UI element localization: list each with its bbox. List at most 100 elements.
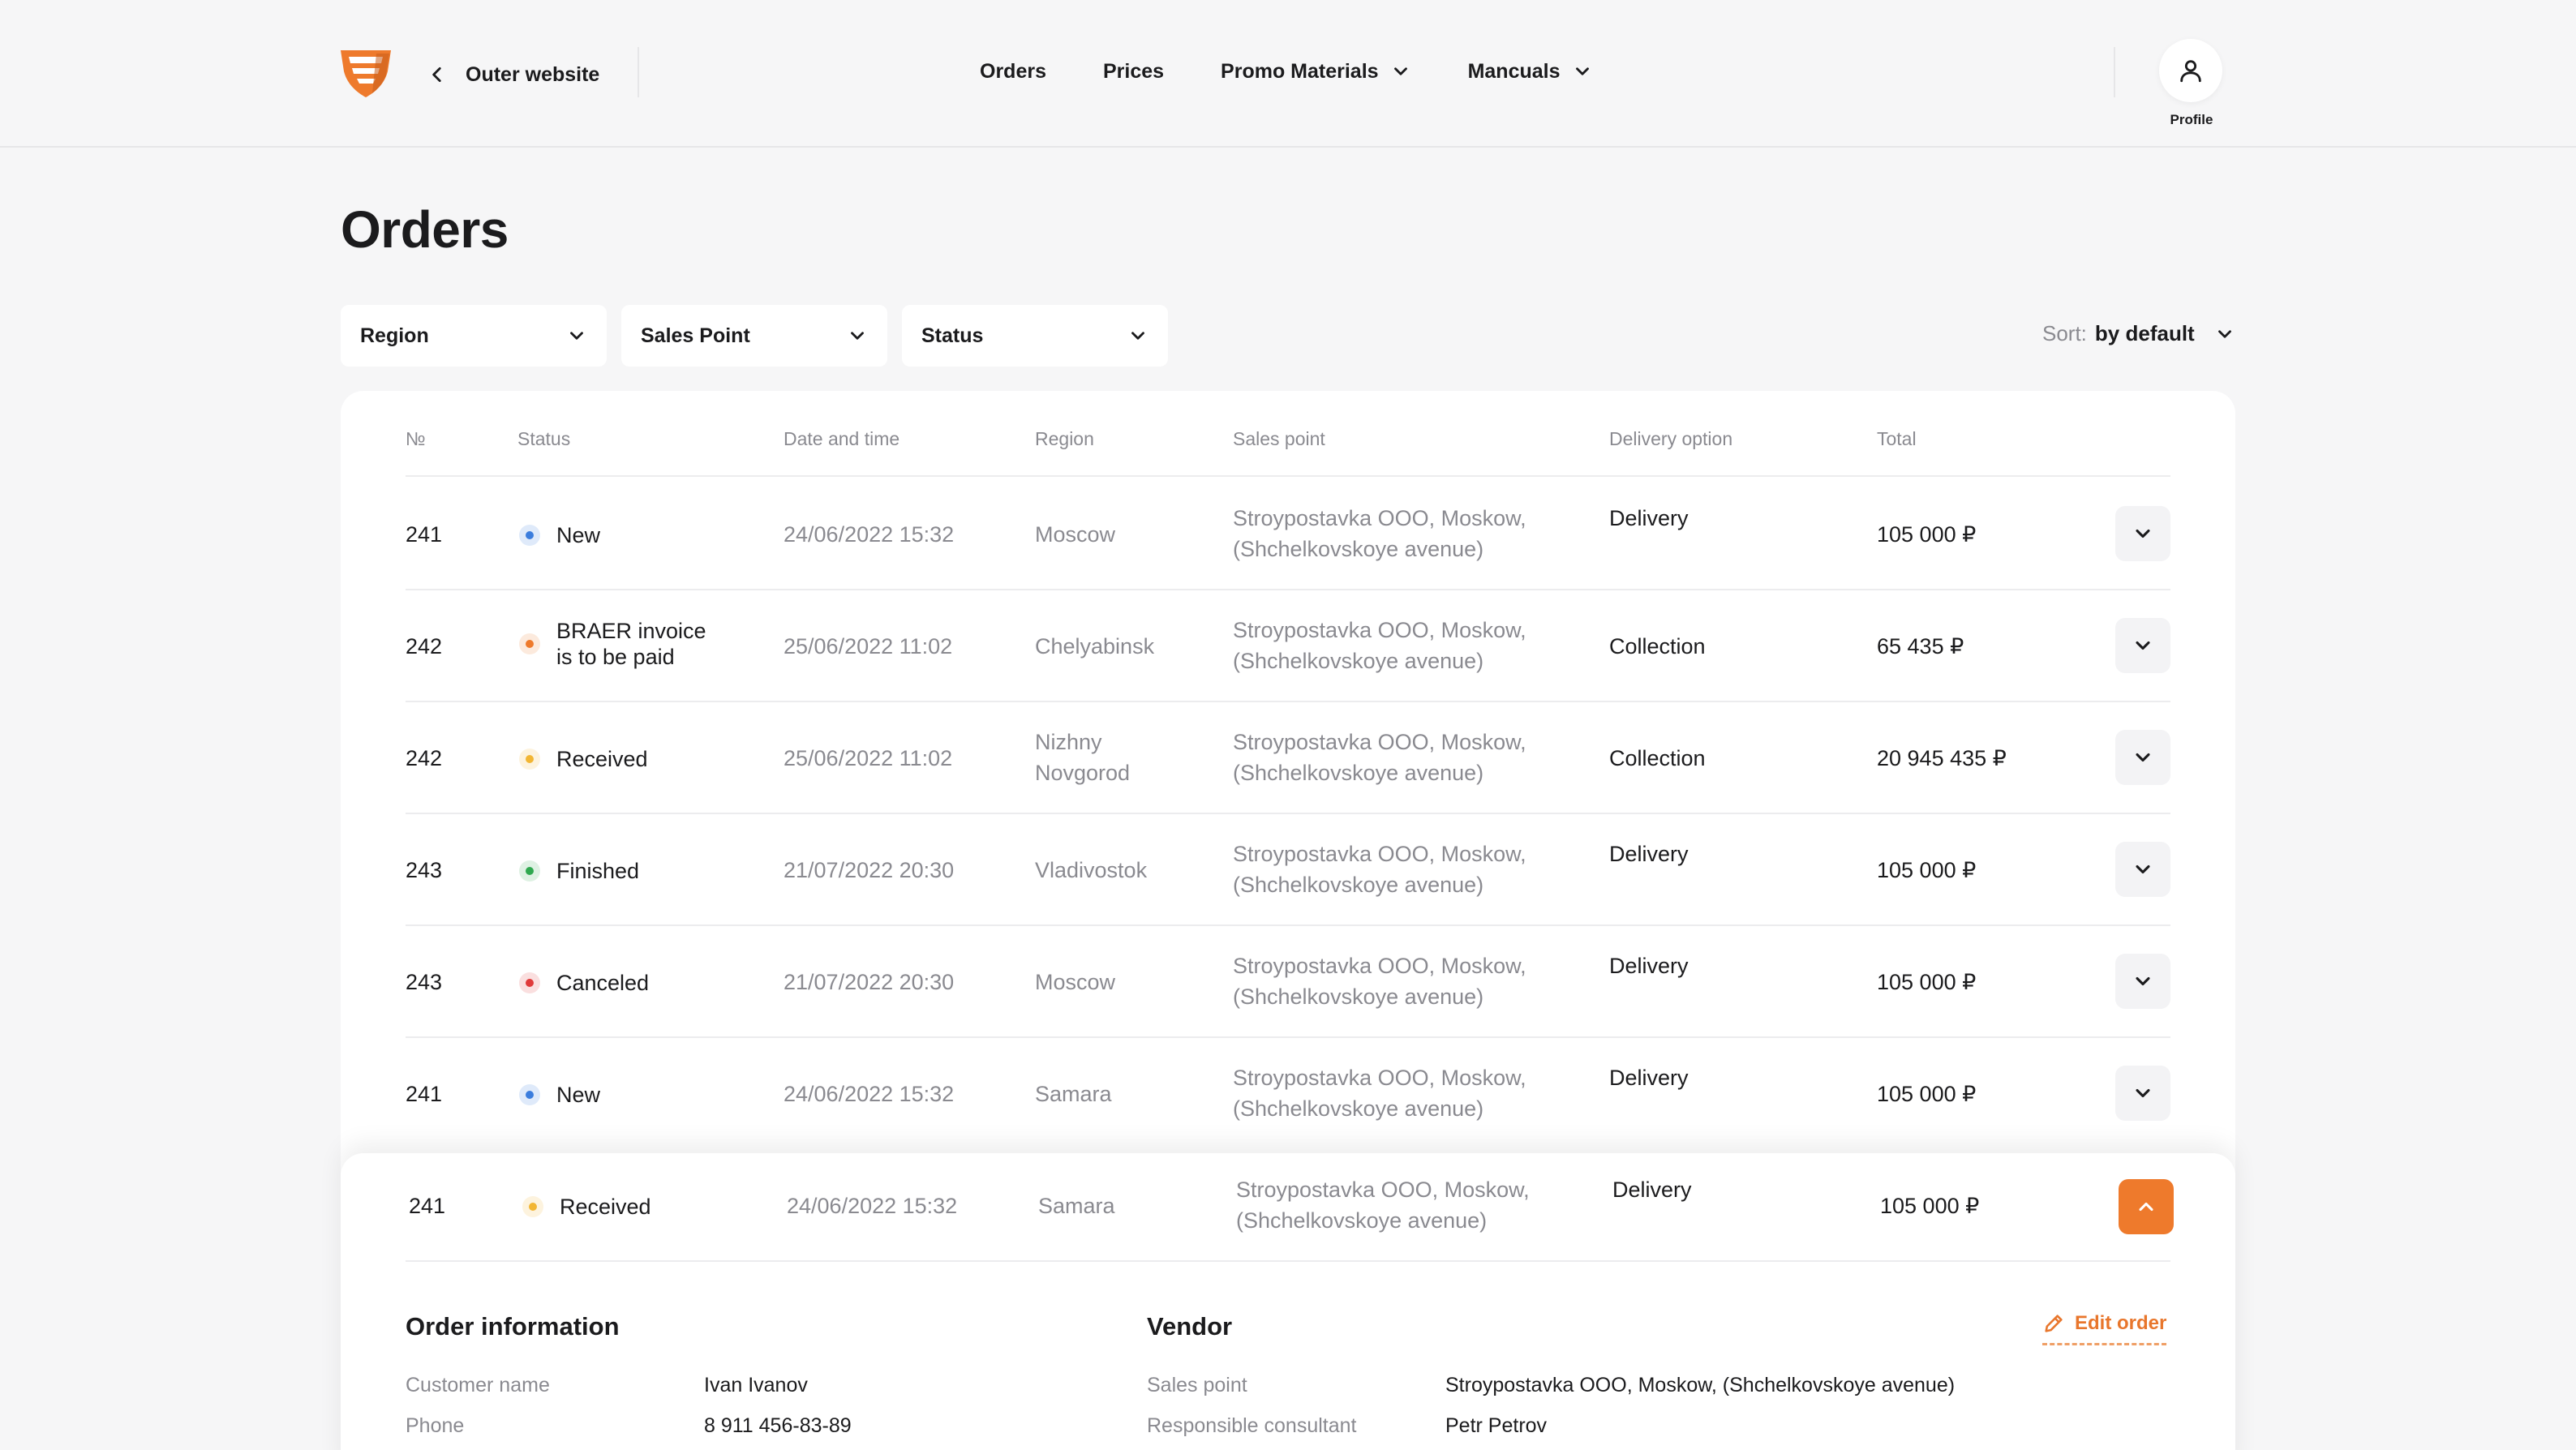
order-total: 105 000 ₽ [1877, 858, 1977, 882]
order-sales-point: Stroypostavka OOO, Moskow, (Shchelkovsko… [1233, 727, 1526, 788]
expand-row-button[interactable] [2115, 954, 2170, 1009]
status-filter-label: Status [921, 324, 984, 347]
back-to-outer-website-link[interactable]: Outer website [427, 57, 599, 92]
order-total: 65 435 ₽ [1877, 634, 1964, 659]
order-delivery: Collection [1609, 634, 1706, 659]
order-delivery: Delivery [1609, 506, 1689, 530]
order-number: 243 [406, 858, 443, 882]
chevron-down-icon [1575, 67, 1589, 75]
sales-point-line: (Shchelkovskoye avenue) [1233, 761, 1484, 785]
status-dot-icon [519, 972, 540, 993]
nav-promo-materials-label: Promo Materials [1221, 59, 1379, 83]
chevron-down-icon [2136, 864, 2150, 874]
table-row[interactable]: 242 BRAER invoice is to be paid 25/06/20… [341, 590, 2235, 702]
expand-row-button[interactable] [2115, 730, 2170, 785]
status-dot-icon [519, 633, 540, 654]
order-date: 21/07/2022 20:30 [784, 970, 955, 994]
order-region: Vladivostok [1035, 858, 1148, 882]
page-title: Orders [341, 200, 509, 259]
order-delivery: Delivery [1609, 842, 1689, 866]
order-sales-point: Stroypostavka OOO, Moskow, (Shchelkovsko… [1233, 950, 1526, 1012]
column-header-number: № [406, 428, 426, 449]
phone-value: 8 911 456-83-89 [704, 1414, 852, 1437]
nav-prices[interactable]: Prices [1103, 60, 1164, 84]
order-number: 241 [406, 522, 443, 547]
column-header-sales-point: Sales point [1233, 428, 1325, 449]
sales-point-line: Stroypostavka OOO, Moskow, [1233, 1066, 1526, 1090]
order-number: 241 [406, 1082, 443, 1106]
order-date: 24/06/2022 15:32 [784, 1082, 955, 1106]
order-region: Samara [1038, 1194, 1115, 1218]
order-status: Received [522, 1194, 651, 1220]
chevron-down-icon [2136, 641, 2150, 650]
collapse-row-button[interactable] [2119, 1179, 2174, 1234]
order-status: New [519, 1082, 600, 1108]
table-row[interactable]: 243 Canceled 21/07/2022 20:30 Moscow Str… [341, 926, 2235, 1038]
table-row[interactable]: 241 New 24/06/2022 15:32 Moscow Stroypos… [341, 477, 2235, 589]
sales-point-line: (Shchelkovskoye avenue) [1233, 649, 1484, 673]
responsible-consultant-value: Petr Petrov [1445, 1414, 1548, 1437]
status-label: Received [556, 747, 648, 771]
sort-dropdown[interactable]: Sort: by default [2042, 321, 2235, 346]
chevron-down-icon [1131, 332, 1144, 340]
vendor-sales-point-label: Sales point [1147, 1374, 1247, 1396]
sort-key-label: Sort: [2042, 321, 2087, 345]
table-header: № Status Date and time Region Sales poin… [341, 391, 2235, 475]
chevron-down-icon [1393, 67, 1407, 75]
order-date: 25/06/2022 11:02 [784, 746, 953, 770]
edit-order-link[interactable]: Edit order [2042, 1312, 2167, 1345]
back-link-label: Outer website [466, 62, 600, 86]
nav-prices-label: Prices [1102, 59, 1165, 83]
order-number: 242 [406, 746, 443, 770]
profile-button[interactable]: Profile [2159, 39, 2224, 128]
divider [406, 1260, 2170, 1262]
expand-row-button[interactable] [2115, 506, 2170, 561]
brand-logo-icon[interactable] [337, 47, 394, 99]
column-header-delivery: Delivery option [1609, 428, 1733, 449]
chevron-down-icon [2136, 976, 2150, 986]
order-number: 243 [406, 970, 443, 994]
order-delivery: Delivery [1609, 954, 1689, 978]
sales-point-line: (Shchelkovskoye avenue) [1236, 1208, 1488, 1233]
chevron-down-icon [2136, 529, 2150, 538]
pencil-icon [2045, 1315, 2063, 1332]
sales-point-line: Stroypostavka OOO, Moskow, [1233, 954, 1526, 978]
nav-manuals[interactable]: Mancuals [1468, 60, 1593, 84]
order-number: 242 [406, 634, 443, 659]
phone-label: Phone [406, 1414, 465, 1437]
order-status: New [519, 522, 600, 548]
status-label: New [556, 523, 601, 547]
region-filter-dropdown[interactable]: Region [341, 305, 607, 367]
order-information-title: Order information [406, 1312, 620, 1341]
expand-row-button[interactable] [2115, 618, 2170, 673]
chevron-down-icon [2136, 753, 2150, 762]
sort-value: by default [2094, 321, 2195, 345]
top-header: Outer website Orders Prices Promo Materi… [0, 0, 2576, 148]
order-sales-point: Stroypostavka OOO, Moskow, (Shchelkovsko… [1233, 615, 1526, 676]
sales-point-line: Stroypostavka OOO, Moskow, [1233, 730, 1526, 754]
expand-row-button[interactable] [2115, 1066, 2170, 1121]
table-row[interactable]: 241 New 24/06/2022 15:32 Samara Stroypos… [341, 1038, 2235, 1150]
header-divider [2114, 47, 2115, 97]
vendor-title: Vendor [1147, 1312, 1233, 1341]
status-dot-icon [519, 525, 540, 546]
order-region: Moscow [1035, 522, 1116, 547]
sales-point-filter-dropdown[interactable]: Sales Point [621, 305, 887, 367]
table-row[interactable]: 242 Received 25/06/2022 11:02 Nizhny Nov… [341, 702, 2235, 814]
expand-row-button[interactable] [2115, 842, 2170, 897]
status-label-line: BRAER invoice [556, 619, 706, 643]
order-total: 105 000 ₽ [1877, 522, 1977, 547]
order-sales-point: Stroypostavka OOO, Moskow, (Shchelkovsko… [1233, 839, 1526, 900]
nav-promo-materials[interactable]: Promo Materials [1221, 60, 1411, 84]
order-delivery: Delivery [1609, 1066, 1689, 1090]
sales-point-line: Stroypostavka OOO, Moskow, [1233, 618, 1526, 642]
nav-orders-label: Orders [980, 59, 1046, 83]
order-date: 24/06/2022 15:32 [784, 522, 955, 547]
chevron-down-icon [2136, 1088, 2150, 1098]
order-sales-point: Stroypostavka OOO, Moskow, (Shchelkovsko… [1233, 503, 1526, 564]
order-delivery: Collection [1609, 746, 1706, 770]
table-row-expanded[interactable]: 241 Received 24/06/2022 15:32 Samara Str… [344, 1153, 2239, 1265]
status-filter-dropdown[interactable]: Status [902, 305, 1168, 367]
table-row[interactable]: 243 Finished 21/07/2022 20:30 Vladivosto… [341, 814, 2235, 926]
nav-orders[interactable]: Orders [980, 60, 1046, 84]
